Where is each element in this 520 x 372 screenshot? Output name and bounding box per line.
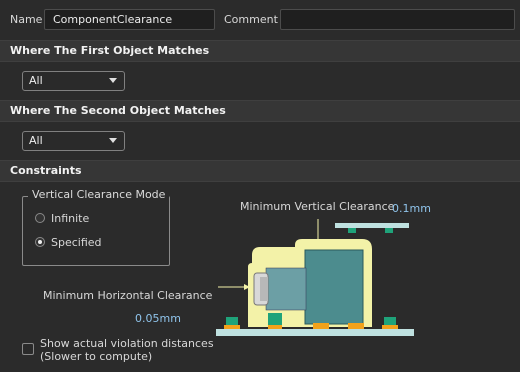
first-object-section-header: Where The First Object Matches	[0, 40, 520, 62]
radio-infinite-label[interactable]: Infinite	[51, 212, 89, 225]
comment-input[interactable]	[280, 9, 515, 30]
lower-pad-solder	[268, 325, 282, 329]
chevron-down-icon	[109, 138, 117, 143]
lower-pad	[226, 317, 238, 325]
lower-board	[216, 329, 414, 336]
connector-barrel	[265, 267, 307, 311]
connector-plug-inner	[260, 277, 268, 301]
min-horizontal-clearance-value[interactable]: 0.05mm	[135, 312, 181, 325]
first-object-dropdown-value: All	[29, 74, 43, 87]
name-input[interactable]: ComponentClearance	[44, 9, 215, 30]
radio-infinite[interactable]	[35, 213, 45, 223]
upper-pad	[348, 228, 356, 233]
vertical-clearance-mode-group	[22, 196, 170, 266]
min-vertical-clearance-label: Minimum Vertical Clearance	[240, 200, 395, 213]
lower-pad-solder	[382, 325, 398, 329]
min-horizontal-clearance-label: Minimum Horizontal Clearance	[43, 289, 213, 302]
upper-board	[335, 223, 409, 228]
constraints-section-header: Constraints	[0, 160, 520, 182]
second-object-section-header: Where The Second Object Matches	[0, 100, 520, 122]
show-violations-sublabel: (Slower to compute)	[40, 350, 153, 363]
show-violations-checkbox[interactable]	[22, 343, 34, 355]
clearance-diagram	[216, 219, 414, 336]
lower-pad	[268, 313, 282, 325]
second-object-dropdown-value: All	[29, 134, 43, 147]
radio-specified[interactable]	[35, 237, 45, 247]
chevron-down-icon	[109, 78, 117, 83]
second-object-dropdown[interactable]: All	[22, 131, 125, 151]
radio-specified-label[interactable]: Specified	[51, 236, 102, 249]
first-object-dropdown[interactable]: All	[22, 71, 125, 91]
vertical-clearance-mode-title: Vertical Clearance Mode	[28, 188, 170, 201]
comment-label: Comment	[224, 13, 278, 26]
lower-pad-solder	[224, 325, 240, 329]
min-vertical-clearance-value[interactable]: 0.1mm	[392, 202, 431, 215]
lower-pad-solder	[313, 323, 329, 329]
lower-pad	[384, 317, 396, 325]
lower-pad-solder	[348, 323, 364, 329]
show-violations-label[interactable]: Show actual violation distances	[40, 337, 214, 350]
upper-pad	[385, 228, 393, 233]
name-label: Name	[10, 13, 43, 26]
component-body	[304, 249, 364, 325]
